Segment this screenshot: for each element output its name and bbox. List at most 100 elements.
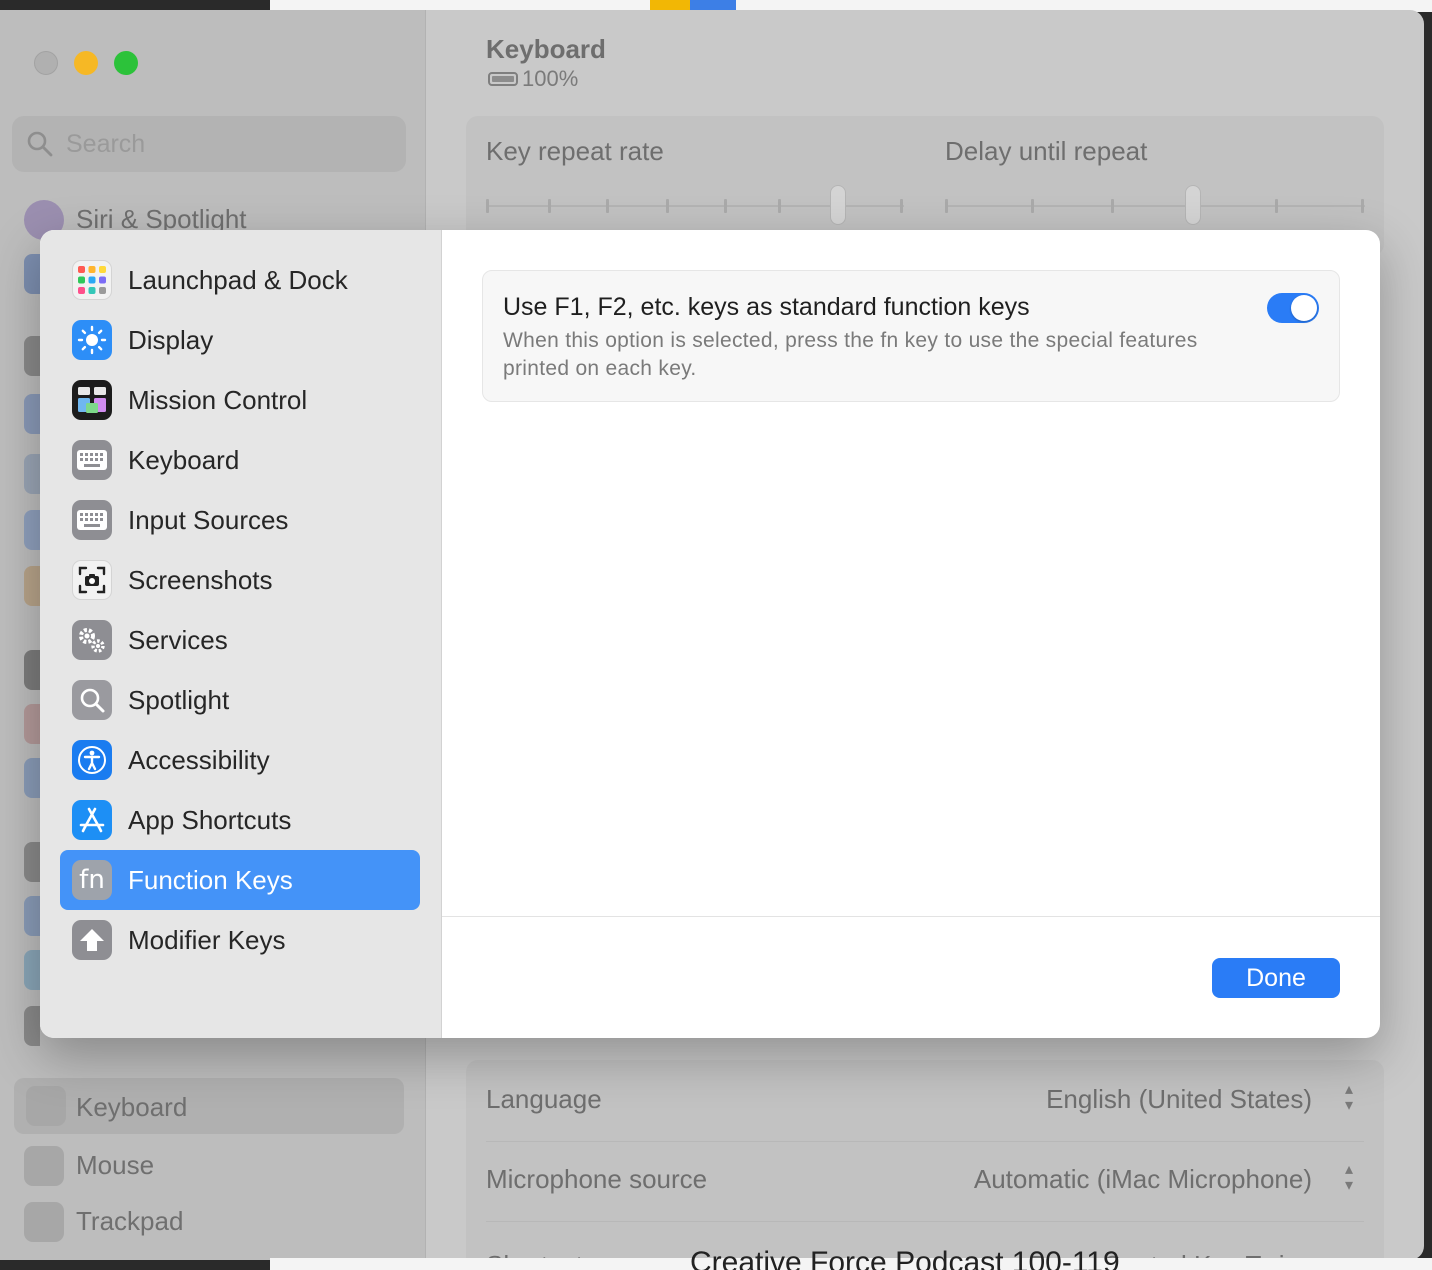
stepper-chevrons-icon[interactable]: ▴ ▾ — [1334, 1082, 1364, 1118]
nav-item-accessibility[interactable]: Accessibility — [60, 730, 420, 790]
sidebar-item-mouse[interactable]: Mouse — [24, 1142, 404, 1186]
key-repeat-label: Key repeat rate — [486, 136, 664, 166]
slider-tick — [1275, 199, 1278, 213]
sidebar-icon — [24, 842, 40, 882]
language-label: Language — [486, 1084, 602, 1114]
slider-tick — [548, 199, 551, 213]
sidebar-search-field[interactable]: Search — [12, 116, 406, 172]
sidebar-icon — [24, 510, 40, 550]
sidebar-item-trackpad[interactable]: Trackpad — [24, 1198, 404, 1242]
sidebar-icon — [24, 896, 40, 936]
sidebar-icon — [24, 254, 40, 294]
delay-repeat-label: Delay until repeat — [945, 136, 1148, 166]
nav-item-services[interactable]: Services — [60, 610, 420, 670]
toggle-thumb — [1291, 295, 1317, 321]
nav-item-modifier-keys[interactable]: Modifier Keys — [60, 910, 420, 970]
sidebar-item-label: Keyboard — [76, 1092, 188, 1122]
microphone-source-row[interactable]: Microphone source Automatic (iMac Microp… — [486, 1142, 1364, 1222]
screenshot-icon — [72, 560, 112, 600]
delay-repeat-slider[interactable] — [945, 185, 1365, 225]
nav-item-label: Spotlight — [128, 685, 230, 715]
keyboard-shortcuts-sheet: Launchpad & Dock Display Mission Control… — [40, 230, 1380, 1038]
battery-icon — [488, 72, 518, 86]
slider-tick — [945, 199, 948, 213]
shortcuts-category-list: Launchpad & Dock Display Mission Control… — [40, 230, 442, 1038]
language-row[interactable]: Language English (United States) ▴ ▾ — [486, 1062, 1364, 1142]
slider-tick — [1111, 199, 1114, 213]
function-keys-option-title: Use F1, F2, etc. keys as standard functi… — [503, 293, 1030, 321]
sheet-footer: Done — [442, 916, 1380, 1038]
mission-control-icon — [72, 380, 112, 420]
trackpad-icon — [24, 1202, 64, 1242]
slider-tick — [900, 199, 903, 213]
background-thumbnail — [690, 0, 736, 10]
slider-tick — [486, 199, 489, 213]
function-keys-option-card: Use F1, F2, etc. keys as standard functi… — [482, 270, 1340, 402]
function-keys-toggle[interactable] — [1267, 293, 1319, 323]
background-document-title: Creative Force Podcast 100-119 — [690, 1246, 1120, 1270]
sidebar-icon — [24, 454, 40, 494]
fn-icon: fn — [72, 860, 112, 900]
keyboard-icon — [26, 1086, 66, 1126]
launchpad-icon — [72, 260, 112, 300]
fn-icon-text: fn — [79, 865, 105, 895]
sidebar-icon — [24, 650, 40, 690]
background-thumbnail — [650, 0, 690, 10]
sidebar-icon — [24, 758, 40, 798]
slider-tick — [724, 199, 727, 213]
sidebar-icon — [24, 704, 40, 744]
nav-item-label: Accessibility — [128, 745, 270, 775]
language-value: English (United States) — [1046, 1084, 1312, 1114]
keyboard-icon — [72, 440, 112, 480]
nav-item-function-keys[interactable]: fn Function Keys — [60, 850, 420, 910]
microphone-source-label: Microphone source — [486, 1164, 708, 1194]
microphone-source-value: Automatic (iMac Microphone) — [973, 1164, 1312, 1194]
nav-item-label: Input Sources — [128, 505, 289, 535]
nav-item-label: Modifier Keys — [128, 925, 286, 955]
search-placeholder: Search — [66, 130, 146, 158]
nav-item-label: Screenshots — [128, 565, 273, 595]
sidebar-item-keyboard[interactable]: Keyboard — [14, 1078, 404, 1134]
nav-item-spotlight[interactable]: Spotlight — [60, 670, 420, 730]
slider-tick — [778, 199, 781, 213]
modifier-arrow-icon — [72, 920, 112, 960]
key-repeat-slider[interactable] — [486, 185, 904, 225]
zoom-window-button[interactable] — [114, 51, 138, 75]
key-repeat-slider-knob[interactable] — [830, 185, 846, 225]
nav-item-label: Function Keys — [128, 865, 293, 895]
nav-item-app-shortcuts[interactable]: App Shortcuts — [60, 790, 420, 850]
sidebar-item-label: Mouse — [76, 1150, 155, 1180]
nav-item-display[interactable]: Display — [60, 310, 420, 370]
accessibility-icon — [72, 740, 112, 780]
slider-tick — [1031, 199, 1034, 213]
nav-item-screenshots[interactable]: Screenshots — [60, 550, 420, 610]
spotlight-search-icon — [72, 680, 112, 720]
done-button[interactable]: Done — [1212, 958, 1340, 998]
stepper-chevrons-icon[interactable]: ▴ ▾ — [1334, 1162, 1364, 1198]
nav-item-label: Launchpad & Dock — [128, 265, 348, 295]
sidebar-icon — [24, 336, 40, 376]
display-brightness-icon — [72, 320, 112, 360]
close-window-button[interactable] — [34, 51, 58, 75]
nav-item-label: Mission Control — [128, 385, 308, 415]
services-gear-icon — [72, 620, 112, 660]
sidebar-icon — [24, 394, 40, 434]
slider-tick — [606, 199, 609, 213]
nav-item-label: Keyboard — [128, 445, 240, 475]
mouse-icon — [24, 1146, 64, 1186]
function-keys-option-description: When this option is selected, press the … — [503, 329, 1198, 380]
delay-repeat-slider-knob[interactable] — [1185, 185, 1201, 225]
nav-item-launchpad-dock[interactable]: Launchpad & Dock — [60, 250, 420, 310]
nav-item-input-sources[interactable]: Input Sources — [60, 490, 420, 550]
search-icon — [27, 131, 53, 157]
minimize-window-button[interactable] — [74, 51, 98, 75]
nav-item-mission-control[interactable]: Mission Control — [60, 370, 420, 430]
function-keys-pane: Use F1, F2, etc. keys as standard functi… — [442, 230, 1380, 916]
sidebar-icon — [24, 950, 40, 990]
app-store-icon — [72, 800, 112, 840]
nav-item-keyboard[interactable]: Keyboard — [60, 430, 420, 490]
slider-tick — [666, 199, 669, 213]
battery-level: 100% — [522, 66, 579, 91]
battery-status: 100% — [488, 66, 578, 92]
nav-item-label: Services — [128, 625, 228, 655]
